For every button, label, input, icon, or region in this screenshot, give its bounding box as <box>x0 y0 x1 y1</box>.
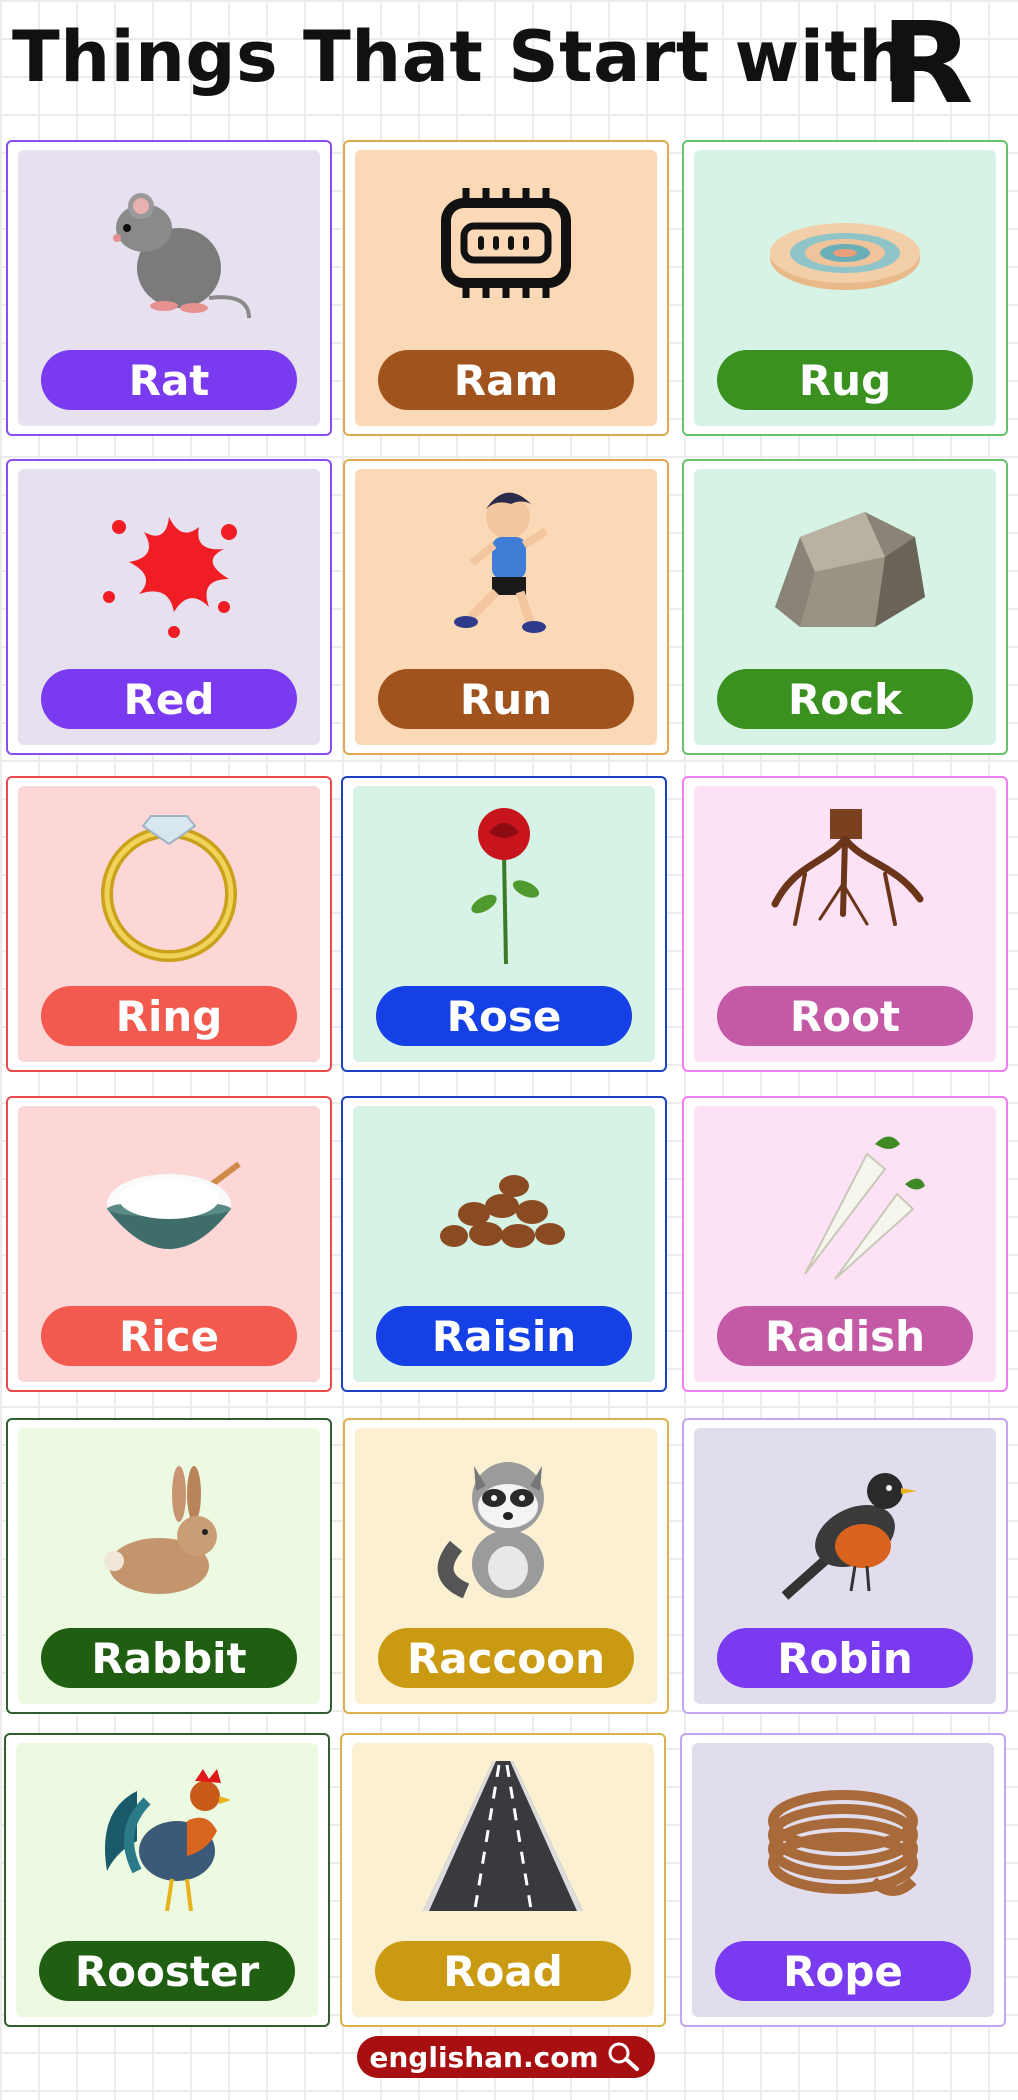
card-radish: Radish <box>682 1096 1008 1392</box>
card-ring: Ring <box>6 776 332 1072</box>
card-rabbit: Rabbit <box>6 1418 332 1714</box>
card-label: Run <box>378 669 634 729</box>
card-rope: Rope <box>680 1733 1006 2027</box>
card-label: Root <box>717 986 973 1046</box>
rug-icon <box>684 158 1006 328</box>
card-rose: Rose <box>341 776 667 1072</box>
card-label: Rooster <box>39 1941 295 2001</box>
card-label: Red <box>41 669 297 729</box>
card-label: Rose <box>376 986 632 1046</box>
road-icon <box>342 1751 664 1921</box>
site-name: englishan.com <box>369 2040 599 2074</box>
card-label: Rope <box>715 1941 971 2001</box>
rooster-icon <box>6 1751 328 1921</box>
card-rooster: Rooster <box>4 1733 330 2027</box>
card-root: Root <box>682 776 1008 1072</box>
card-label: Rice <box>41 1306 297 1366</box>
card-label: Rabbit <box>41 1628 297 1688</box>
running-boy-icon <box>345 477 667 647</box>
word-card-grid: Rat Ram Rug Red Run Rock Ring Rose Root … <box>0 0 1018 2100</box>
site-badge[interactable]: englishan.com <box>357 2036 655 2078</box>
card-rug: Rug <box>682 140 1008 436</box>
rope-icon <box>682 1751 1004 1921</box>
card-label: Robin <box>717 1628 973 1688</box>
card-label: Rat <box>41 350 297 410</box>
rice-bowl-icon <box>8 1114 330 1284</box>
raccoon-icon <box>345 1436 667 1606</box>
ring-icon <box>8 794 330 964</box>
card-raisin: Raisin <box>341 1096 667 1392</box>
radish-icon <box>684 1114 1006 1284</box>
card-label: Ring <box>41 986 297 1046</box>
card-label: Rock <box>717 669 973 729</box>
magnifier-icon <box>608 2042 639 2071</box>
card-label: Rug <box>717 350 973 410</box>
raisin-icon <box>343 1114 665 1284</box>
rat-icon <box>8 158 330 328</box>
card-ram: Ram <box>343 140 669 436</box>
card-rock: Rock <box>682 459 1008 755</box>
card-label: Raisin <box>376 1306 632 1366</box>
card-rat: Rat <box>6 140 332 436</box>
ram-chip-icon <box>345 158 667 328</box>
rose-icon <box>343 794 665 964</box>
card-label: Ram <box>378 350 634 410</box>
card-red: Red <box>6 459 332 755</box>
card-rice: Rice <box>6 1096 332 1392</box>
card-run: Run <box>343 459 669 755</box>
card-robin: Robin <box>682 1418 1008 1714</box>
red-splash-icon <box>8 477 330 647</box>
card-label: Raccoon <box>378 1628 634 1688</box>
card-raccoon: Raccoon <box>343 1418 669 1714</box>
rock-icon <box>684 477 1006 647</box>
card-road: Road <box>340 1733 666 2027</box>
card-label: Radish <box>717 1306 973 1366</box>
robin-icon <box>684 1436 1006 1606</box>
root-icon <box>684 794 1006 964</box>
card-label: Road <box>375 1941 631 2001</box>
rabbit-icon <box>8 1436 330 1606</box>
